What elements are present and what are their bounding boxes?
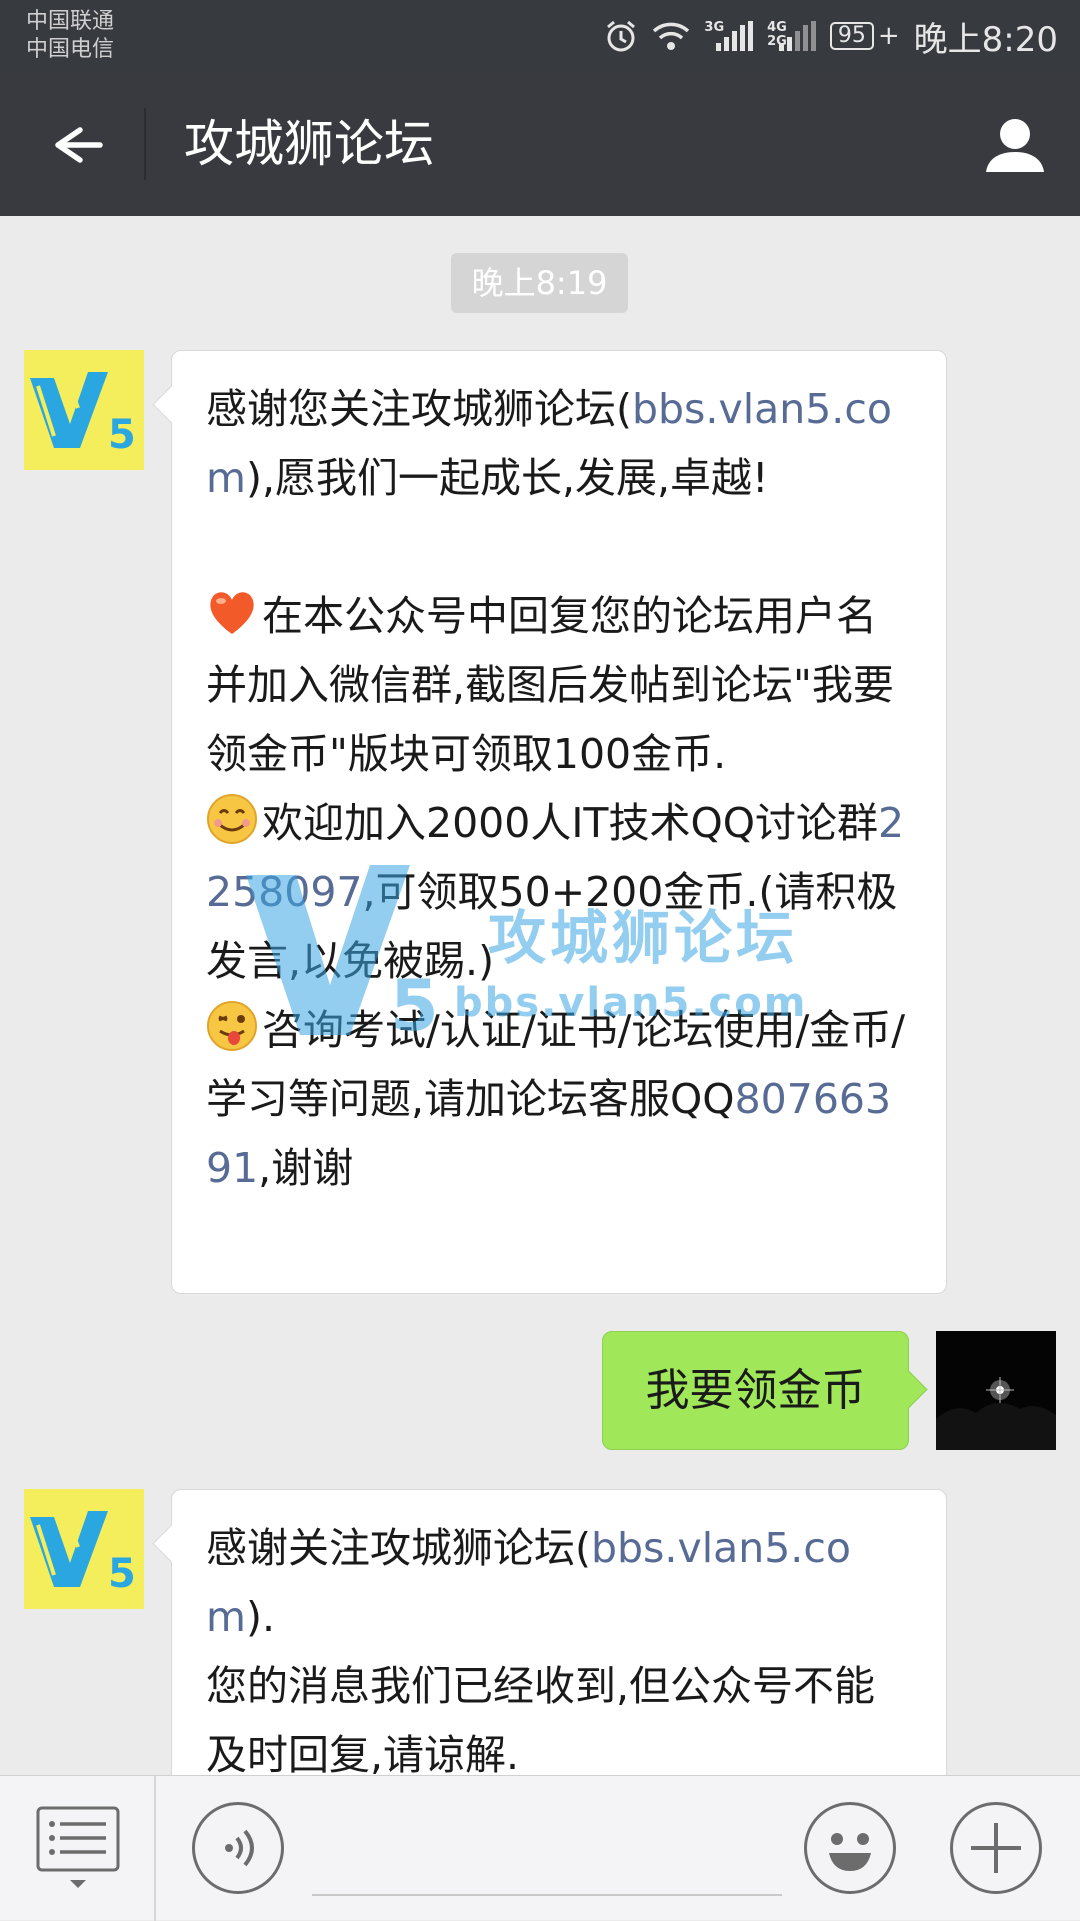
signal-strength-1-icon xyxy=(716,21,754,51)
time-divider: 晚上8:19 xyxy=(451,253,628,313)
plus-icon xyxy=(971,1823,1021,1873)
message-text: ,谢谢 xyxy=(258,1144,354,1192)
arrow-left-icon xyxy=(55,127,103,163)
chat-title: 攻城狮论坛 xyxy=(184,115,434,173)
voice-button[interactable] xyxy=(192,1802,284,1894)
message-input[interactable] xyxy=(312,1894,782,1896)
menu-button[interactable] xyxy=(36,1806,120,1892)
emoji-button[interactable] xyxy=(804,1802,896,1894)
carrier-2: 中国电信 xyxy=(26,37,115,62)
message-text: 欢迎加入2000人IT技术QQ讨论群 xyxy=(262,799,879,847)
wink-tongue-emoji-icon xyxy=(207,1001,257,1051)
my-avatar[interactable] xyxy=(936,1331,1056,1450)
message-paragraph-3: 欢迎加入2000人IT技术QQ讨论群2258097,可领取50+200金币.(请… xyxy=(206,789,914,996)
message-paragraph-1: 感谢关注攻城狮论坛(bbs.vlan5.com). xyxy=(206,1514,914,1652)
signal-strength-2-icon xyxy=(778,21,816,51)
message-paragraph-4: 咨询考试/认证/证书/论坛使用/金币/学习等问题,请加论坛客服QQ8076639… xyxy=(206,996,914,1203)
menu-list-icon xyxy=(36,1806,120,1888)
wifi-icon xyxy=(653,22,690,50)
profile-button[interactable] xyxy=(980,110,1050,180)
alarm-icon xyxy=(607,20,636,52)
message-paragraph-2: 在本公众号中回复您的论坛用户名并加入微信群,截图后发帖到论坛"我要领金币"版块可… xyxy=(206,582,914,789)
emoji-icon xyxy=(829,1833,871,1871)
chat-header: 攻城狮论坛 xyxy=(0,72,1080,216)
bot-message-bubble-2[interactable]: 感谢关注攻城狮论坛(bbs.vlan5.com). 您的消息我们已经收到,但公众… xyxy=(171,1489,947,1809)
charging-plus-icon: + xyxy=(877,21,900,51)
message-paragraph-2: 您的消息我们已经收到,但公众号不能及时回复,请谅解. xyxy=(206,1662,876,1779)
v5-logo-icon: 5 xyxy=(24,350,144,470)
carrier-1: 中国联通 xyxy=(26,9,115,34)
my-message-bubble[interactable]: 我要领金币 xyxy=(602,1331,909,1450)
night-sky-avatar-icon xyxy=(936,1331,1056,1450)
status-bar: 中国联通 中国电信 3G 4G 2G 95 + 晚上8:20 xyxy=(0,0,1080,72)
svg-text:5: 5 xyxy=(108,412,136,458)
person-icon xyxy=(986,119,1044,172)
status-icons: 3G 4G 2G 95 + 晚上8:20 xyxy=(604,12,1058,60)
battery-indicator: 95 xyxy=(829,22,874,50)
header-divider xyxy=(144,108,146,180)
heart-emoji-icon xyxy=(210,592,254,634)
message-text: 感谢关注攻城狮论坛( xyxy=(206,1524,591,1572)
message-text: 感谢您关注攻城狮论坛( xyxy=(206,385,632,433)
input-bar-divider xyxy=(154,1776,156,1921)
back-button[interactable] xyxy=(38,110,108,180)
carrier-info: 中国联通 中国电信 xyxy=(26,8,114,64)
bot-avatar[interactable]: 5 xyxy=(24,1489,144,1609)
svg-text:5: 5 xyxy=(108,1551,136,1597)
message-text: ). xyxy=(245,1593,275,1641)
message-text: ),愿我们一起成长,发展,卓越! xyxy=(245,454,769,502)
smile-emoji-icon xyxy=(207,794,257,844)
bot-message-bubble-1[interactable]: 感谢您关注攻城狮论坛(bbs.vlan5.com),愿我们一起成长,发展,卓越!… xyxy=(171,350,947,1294)
v5-logo-icon: 5 xyxy=(24,1489,144,1609)
voice-icon xyxy=(225,1829,254,1867)
plus-button[interactable] xyxy=(950,1802,1042,1894)
message-text: 在本公众号中回复您的论坛用户名并加入微信群,截图后发帖到论坛"我要领金币"版块可… xyxy=(206,592,894,778)
status-time: 晚上8:20 xyxy=(913,19,1058,60)
bot-avatar[interactable]: 5 xyxy=(24,350,144,470)
chat-input-bar xyxy=(0,1775,1080,1921)
message-paragraph-1: 感谢您关注攻城狮论坛(bbs.vlan5.com),愿我们一起成长,发展,卓越! xyxy=(206,375,914,513)
